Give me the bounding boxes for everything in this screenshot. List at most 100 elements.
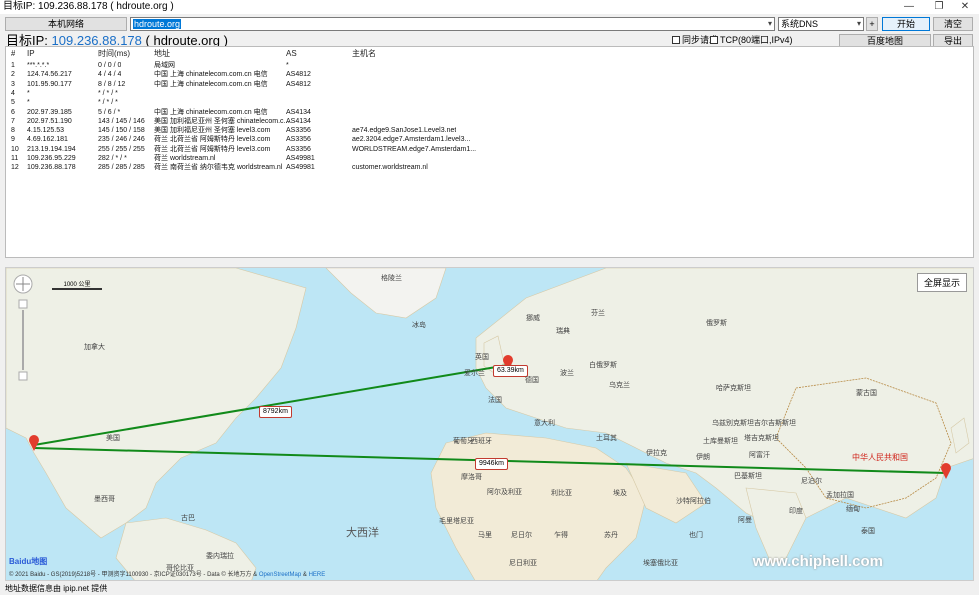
window-titlebar: 目标IP: 109.236.88.178 ( hdroute.org ) — ❐…	[0, 0, 979, 14]
row-time: 255 / 255 / 255	[98, 145, 145, 153]
row-time: * / * / *	[98, 99, 118, 107]
map-label: 塔吉克斯坦	[744, 435, 779, 442]
row-time: 235 / 246 / 246	[98, 136, 145, 144]
map-label: 尼泊尔	[801, 478, 822, 485]
row-as: AS4134	[286, 108, 311, 116]
window-title: 目标IP: 109.236.88.178 ( hdroute.org )	[3, 1, 174, 12]
table-row[interactable]: 6 202.97.39.185 5 / 6 / * 中国 上海 chinateleco…	[6, 108, 973, 117]
map-label: 尼日尔	[511, 532, 532, 539]
map-label-china: 中华人民共和国	[852, 453, 908, 462]
map-label: 埃及	[613, 490, 627, 497]
map-label: 哈萨克斯坦	[716, 385, 751, 392]
col-as[interactable]: AS	[286, 47, 297, 60]
row-hostname: ae2.3204.edge7.Amsterdam1.level3...	[352, 136, 471, 144]
table-row[interactable]: 10 213.19.194.194 255 / 255 / 255 荷兰 北荷兰省 阿…	[6, 145, 973, 154]
row-hostname: ae74.edge9.SanJose1.Level3.net	[352, 127, 457, 135]
row-address: 中国 上海 chinatelecom.com.cn 电信	[154, 71, 268, 79]
table-row[interactable]: 4 * * / * / *	[6, 89, 973, 98]
map-navigation-control[interactable]	[13, 274, 33, 394]
table-row[interactable]: 3 101.95.90.177 8 / 8 / 12 中国 上海 chinatelec…	[6, 80, 973, 89]
col-time[interactable]: 时间(ms)	[98, 47, 130, 60]
col-index[interactable]: #	[11, 47, 15, 60]
map-label: 也门	[689, 532, 703, 539]
col-hostname[interactable]: 主机名	[352, 47, 376, 60]
map-label: 埃塞俄比亚	[643, 560, 678, 567]
restore-button[interactable]: ❐	[925, 0, 953, 14]
distance-label: 63.39km	[493, 365, 528, 377]
table-row[interactable]: 11 109.236.95.229 282 / * / * 荷兰 worldstrea…	[6, 154, 973, 163]
row-time: 0 / 0 / 0	[98, 62, 122, 69]
row-index: 5	[11, 99, 15, 107]
fullscreen-button[interactable]: 全屏显示	[916, 273, 967, 292]
table-row[interactable]: 7 202.97.51.190 143 / 145 / 146 美国 加利福尼亚州 圣…	[6, 117, 973, 126]
chevron-down-icon[interactable]: ▾	[857, 18, 861, 30]
map-label: 泰国	[861, 528, 875, 535]
add-dns-button[interactable]: +	[866, 17, 878, 31]
row-address: 荷兰 北荷兰省 阿姆斯特丹 level3.com	[154, 136, 271, 144]
row-ip: 4.15.125.53	[27, 127, 64, 135]
copyright-text: © 2021 Baidu - GS(2019)5218号 - 甲测资字11009…	[9, 572, 258, 578]
row-address: 美国 加利福尼亚州 圣何塞 level3.com	[154, 127, 271, 135]
col-address[interactable]: 地址	[154, 47, 170, 60]
row-ip: 4.69.162.181	[27, 136, 68, 144]
row-index: 9	[11, 136, 15, 144]
tcp-mode-checkbox[interactable]: TCP(80端口,IPv4)	[710, 35, 793, 45]
row-ip: *	[27, 99, 30, 107]
checkbox-icon[interactable]	[710, 36, 718, 44]
minimize-button[interactable]: —	[895, 0, 923, 14]
row-as: AS4812	[286, 71, 311, 79]
table-row[interactable]: 8 4.15.125.53 145 / 150 / 158 美国 加利福尼亚州 圣何塞…	[6, 126, 973, 135]
map-label: 印度	[789, 508, 803, 515]
row-address: 荷兰 worldstream.nl	[154, 155, 216, 162]
here-link[interactable]: HERE	[309, 572, 326, 578]
row-as: AS3356	[286, 136, 311, 144]
map-label: 葡萄牙	[453, 438, 474, 445]
route-map[interactable]: 1000 公里 全屏显示 8792km 63.39km 9946km 加拿大 美…	[5, 267, 974, 581]
map-label: 土耳其	[596, 435, 617, 442]
local-network-button[interactable]: 本机网络	[5, 17, 127, 31]
row-ip: 109.236.88.178	[27, 164, 76, 172]
osm-link[interactable]: OpenStreetMap	[259, 572, 301, 578]
map-label: 蒙古国	[856, 390, 877, 397]
pan-zoom-icon[interactable]	[13, 274, 33, 394]
row-as: AS4134	[286, 117, 311, 125]
table-row[interactable]: 2 124.74.56.217 4 / 4 / 4 中国 上海 chinateleco…	[6, 70, 973, 79]
landmass-africa	[430, 432, 647, 580]
chevron-down-icon[interactable]: ▾	[768, 18, 772, 30]
map-label: 墨西哥	[94, 496, 115, 503]
map-copyright: © 2021 Baidu - GS(2019)5218号 - 甲测资字11009…	[9, 569, 325, 578]
map-label: 阿曼	[738, 517, 752, 524]
map-scale: 1000 公里	[52, 279, 102, 290]
row-time: 4 / 4 / 4	[98, 71, 122, 79]
row-index: 11	[11, 155, 19, 162]
start-button[interactable]: 开始	[882, 17, 930, 31]
row-time: 143 / 145 / 146	[98, 117, 145, 125]
dns-select[interactable]: 系统DNS ▾	[778, 17, 864, 31]
table-row[interactable]: 9 4.69.162.181 235 / 246 / 246 荷兰 北荷兰省 阿姆斯特…	[6, 135, 973, 144]
host-input[interactable]: hdroute.org ▾	[130, 17, 775, 31]
col-ip[interactable]: IP	[27, 47, 35, 60]
map-label: 法国	[488, 397, 502, 404]
map-label: 委内瑞拉	[206, 553, 234, 560]
map-label: 格陵兰	[381, 275, 402, 282]
table-row[interactable]: 1 ***.*.*.* 0 / 0 / 0 局域网 *	[6, 61, 973, 70]
map-label: 波兰	[560, 370, 574, 377]
row-address: 中国 上海 chinatelecom.com.cn 电信	[154, 80, 268, 88]
amp-text: &	[302, 572, 307, 578]
row-address: 中国 上海 chinatelecom.com.cn 电信	[154, 108, 268, 116]
row-index: 7	[11, 117, 15, 125]
row-time: 8 / 8 / 12	[98, 80, 126, 88]
row-as: AS49981	[286, 155, 315, 162]
map-label: 伊拉克	[646, 450, 667, 457]
map-label: 瑞典	[556, 328, 570, 335]
clear-button[interactable]: 清空	[933, 17, 973, 31]
checkbox-icon[interactable]	[672, 36, 680, 44]
map-label: 英国	[475, 354, 489, 361]
table-row[interactable]: 5 * * / * / *	[6, 98, 973, 107]
baidu-logo: Baidu地图	[9, 557, 48, 566]
map-label: 土库曼斯坦	[703, 438, 738, 445]
close-button[interactable]: ✕	[951, 0, 979, 14]
host-input-value: hdroute.org	[133, 19, 182, 29]
table-row[interactable]: 12 109.236.88.178 285 / 285 / 285 荷兰 南荷兰省 纳…	[6, 163, 973, 172]
trace-table: # IP 时间(ms) 地址 AS 主机名 1 ***.*.*.* 0 / 0 / …	[5, 46, 974, 258]
